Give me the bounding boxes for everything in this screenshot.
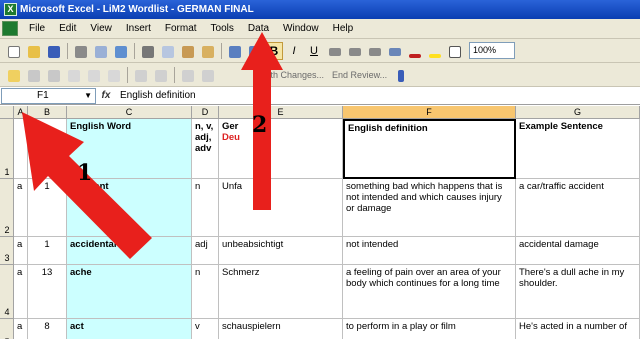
arrow-1-label: 1 xyxy=(77,160,93,186)
arrow-2-label: 2 xyxy=(252,112,268,138)
annotation-arrows xyxy=(22,32,283,259)
